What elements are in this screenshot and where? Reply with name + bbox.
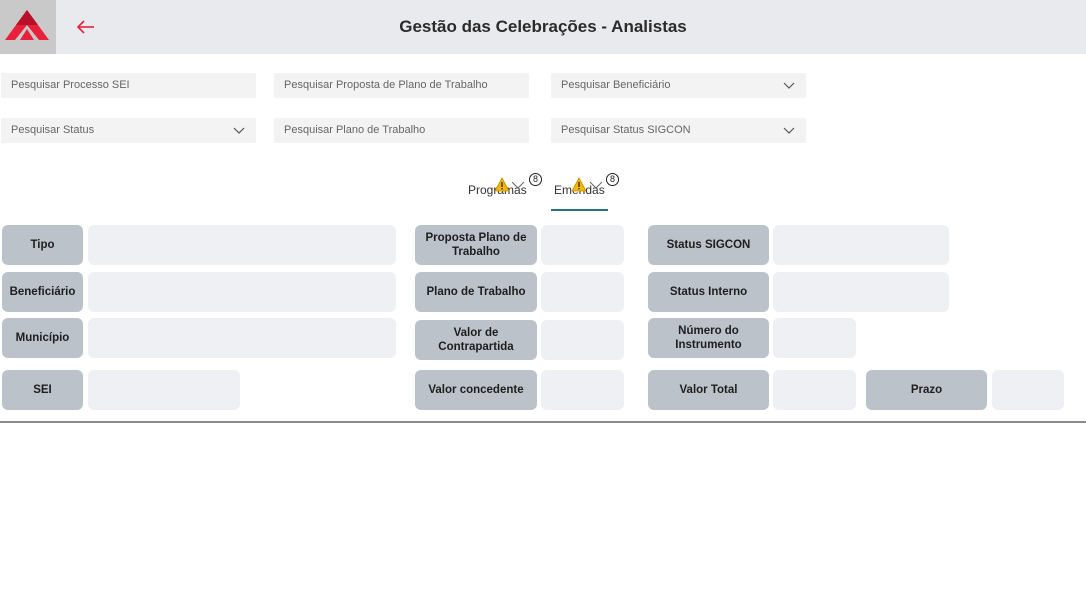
chevron-down-icon [511,181,525,189]
label-valor-contrapartida: Valor de Contrapartida [415,320,537,360]
value-valor-contrapartida [541,320,624,360]
search-status-placeholder: Pesquisar Status [11,124,95,136]
search-proposta-plano-input[interactable]: Pesquisar Proposta de Plano de Trabalho [274,73,529,98]
warning-icon [571,177,587,192]
value-prazo [992,370,1064,410]
chevron-down-icon [589,181,603,189]
value-beneficiario [88,272,396,312]
value-tipo [88,225,396,265]
value-sei [88,370,240,410]
divider [0,421,1086,423]
search-beneficiario-dropdown[interactable]: Pesquisar Beneficiário [551,73,806,98]
search-status-dropdown[interactable]: Pesquisar Status [1,118,256,143]
label-status-sigcon: Status SIGCON [648,225,769,265]
app-root: Gestão das Celebrações - Analistas Pesqu… [0,0,1086,613]
tab-selected-indicator [551,209,608,211]
label-proposta-plano: Proposta Plano de Trabalho [415,225,537,265]
search-processo-sei-input[interactable]: Pesquisar Processo SEI [1,73,256,98]
chevron-down-icon [233,127,245,134]
label-plano-trabalho: Plano de Trabalho [415,272,537,312]
search-beneficiario-placeholder: Pesquisar Beneficiário [561,79,671,91]
tab-programas-badge: 8 [529,173,542,186]
search-status-sigcon-placeholder: Pesquisar Status SIGCON [561,124,691,136]
value-valor-total [773,370,856,410]
label-numero-instrumento: Número do Instrumento [648,318,769,358]
warning-icon [494,177,510,192]
search-plano-trabalho-input[interactable]: Pesquisar Plano de Trabalho [274,118,529,143]
header-bar: Gestão das Celebrações - Analistas [0,0,1086,54]
search-status-sigcon-dropdown[interactable]: Pesquisar Status SIGCON [551,118,806,143]
value-proposta-plano [541,225,624,265]
label-tipo: Tipo [2,225,83,265]
value-numero-instrumento [773,318,856,358]
label-status-interno: Status Interno [648,272,769,312]
value-status-sigcon [773,225,949,265]
value-municipio [88,318,396,358]
label-municipio: Município [2,318,83,358]
page-title: Gestão das Celebrações - Analistas [399,17,687,36]
label-beneficiario: Beneficiário [2,272,83,312]
label-prazo: Prazo [866,370,987,410]
value-valor-concedente [541,370,624,410]
value-status-interno [773,272,949,312]
chevron-down-icon [783,82,795,89]
chevron-down-icon [783,127,795,134]
label-valor-total: Valor Total [648,370,769,410]
label-valor-concedente: Valor concedente [415,370,537,410]
tab-emendas-badge: 8 [606,173,619,186]
value-plano-trabalho [541,272,624,312]
label-sei: SEI [2,370,83,410]
